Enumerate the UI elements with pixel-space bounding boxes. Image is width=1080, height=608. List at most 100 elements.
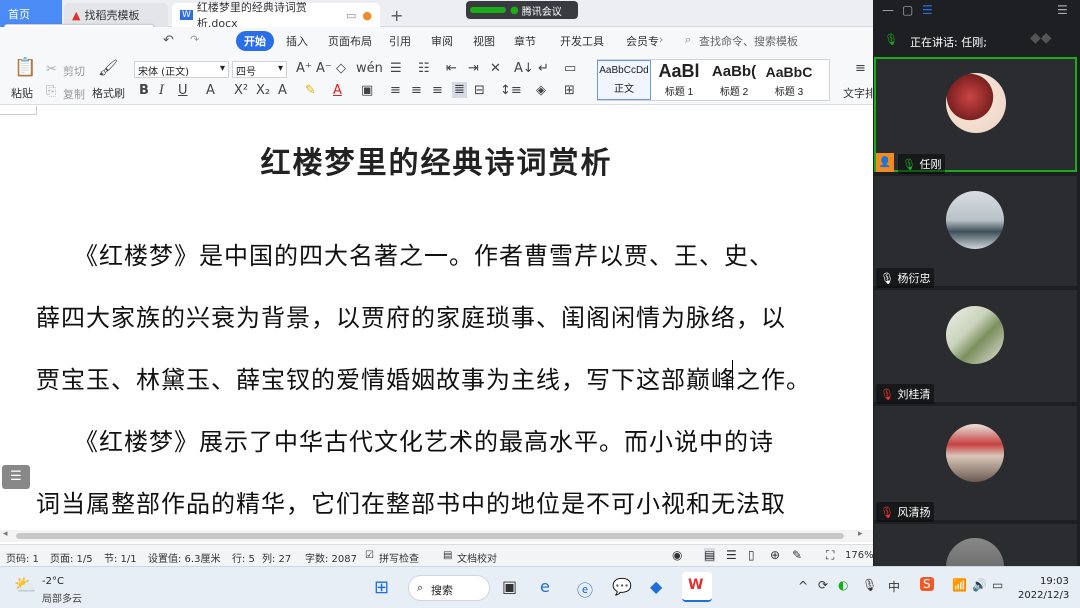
text-layout-icon[interactable]: ≡	[855, 61, 866, 77]
wifi-icon[interactable]: 📶	[952, 578, 967, 592]
scroll-left-icon[interactable]: ◂	[3, 529, 8, 539]
paragraph-mark-icon[interactable]: ↵	[538, 61, 549, 77]
copy-icon[interactable]: ⎘	[46, 84, 56, 100]
clock-time[interactable]: 19:03	[1040, 576, 1069, 587]
shading-icon[interactable]: ◈	[536, 83, 546, 99]
align-center-icon[interactable]: ≡	[411, 83, 422, 99]
paste-icon[interactable]: 📋	[14, 59, 36, 77]
char-border-icon[interactable]: ▣	[361, 83, 373, 99]
proofread-button[interactable]: 文档校对	[457, 550, 497, 565]
menu-home[interactable]: 开始	[236, 31, 274, 51]
page-view-icon[interactable]: ▤	[704, 548, 716, 562]
numbered-list-icon[interactable]: ☷	[418, 61, 430, 77]
highlight-icon[interactable]: ✎	[305, 83, 316, 99]
text-layout-button[interactable]: 文字排	[843, 85, 876, 101]
scroll-thumb[interactable]	[16, 533, 844, 539]
strikethrough-icon[interactable]: A	[206, 83, 215, 99]
wps-taskbar-button[interactable]: W	[682, 572, 712, 602]
taskbar-search[interactable]: ⌕ 搜索	[408, 575, 490, 601]
style-normal[interactable]: AaBbCcDd 正文	[597, 60, 651, 100]
task-view-icon[interactable]: ▣	[502, 577, 517, 596]
window-icon[interactable]: ▢	[902, 3, 913, 17]
wechat-icon[interactable]: 💬	[612, 577, 632, 596]
windows-start-icon[interactable]: ⊞	[374, 577, 389, 598]
menu-insert[interactable]: 插入	[286, 33, 308, 49]
sync-icon[interactable]: ⟳	[818, 578, 828, 592]
bold-icon[interactable]: B	[139, 83, 149, 99]
eye-protect-icon[interactable]: ◉	[672, 548, 682, 562]
tab-document[interactable]: W 红楼梦里的经典诗词赏析.docx ▭ ●	[172, 1, 380, 30]
status-pages[interactable]: 页面: 1/5	[50, 550, 93, 565]
menu-chapter[interactable]: 章节	[514, 33, 536, 49]
status-section[interactable]: 节: 1/1	[104, 550, 137, 565]
copy-button[interactable]: 复制	[63, 86, 85, 102]
borders-icon[interactable]: ⊞	[564, 83, 575, 99]
underline-icon[interactable]: U	[178, 83, 188, 99]
clear-format-icon[interactable]: ◇	[336, 61, 346, 77]
edge-browser-icon[interactable]: ⓔ	[577, 577, 593, 601]
style-heading1[interactable]: AaBl 标题 1	[652, 60, 706, 100]
weather-icon[interactable]: ⛅	[14, 575, 36, 596]
tencent-meeting-icon[interactable]: ◆	[650, 577, 662, 596]
style-heading2[interactable]: AaBb( 标题 2	[707, 60, 761, 100]
mic-icon[interactable]: 🎙	[862, 578, 877, 592]
new-tab-button[interactable]: +	[382, 3, 412, 27]
outline-view-icon[interactable]: ☰	[726, 548, 737, 562]
font-family-select[interactable]: 宋体 (正文) ▾	[134, 61, 229, 78]
text-effect-icon[interactable]: A	[278, 83, 287, 99]
menu-member[interactable]: 会员专	[626, 33, 659, 49]
align-right-icon[interactable]: ≡	[432, 83, 443, 99]
paste-button[interactable]: 粘贴	[11, 85, 33, 101]
weather-desc[interactable]: 局部多云	[42, 590, 82, 605]
align-left-icon[interactable]: ≡	[390, 83, 401, 99]
status-page[interactable]: 页码: 1	[6, 550, 39, 565]
line-spacing-icon[interactable]: ↕≡	[500, 83, 522, 99]
participant-tile[interactable]: 🎙 杨衍忠	[874, 176, 1077, 288]
menu-references[interactable]: 引用	[389, 33, 411, 49]
bullet-list-icon[interactable]: ☰	[390, 61, 402, 77]
menu-layout[interactable]: 页面布局	[328, 33, 372, 49]
menu-devtools[interactable]: 开发工具	[560, 33, 604, 49]
grow-font-icon[interactable]: A⁺	[296, 61, 312, 77]
web-view-icon[interactable]: ⊕	[770, 548, 780, 562]
minimize-icon[interactable]: —	[882, 3, 894, 17]
menu-icon[interactable]: ☰	[1057, 3, 1068, 17]
spellcheck-button[interactable]: 拼写检查	[379, 550, 419, 565]
ime-indicator[interactable]: 中	[888, 578, 900, 595]
navigation-pane-icon[interactable]: ☰	[2, 465, 30, 489]
menu-review[interactable]: 审阅	[431, 33, 453, 49]
fullscreen-icon[interactable]: ⛶	[826, 548, 834, 563]
undo-icon[interactable]: ↶	[163, 33, 174, 48]
tablet-icon[interactable]: ▭	[346, 9, 356, 22]
document-canvas[interactable]: 红楼梦里的经典诗词赏析 《红楼梦》是中国的四大名著之一。作者曹雪芹以贾、王、史、…	[0, 106, 873, 544]
format-painter-icon[interactable]: 🖌	[98, 60, 118, 76]
status-words[interactable]: 字数: 2087	[305, 550, 357, 565]
cut-button[interactable]: 剪切	[63, 63, 85, 79]
format-painter-button[interactable]: 格式刷	[92, 85, 125, 101]
status-setting[interactable]: 设置值: 6.3厘米	[148, 550, 220, 565]
font-color-icon[interactable]: A	[333, 83, 342, 99]
participant-tile[interactable]: 🎙 刘桂清	[874, 290, 1077, 404]
chevron-right-icon[interactable]: ›	[659, 33, 663, 46]
tab-home[interactable]: 首页	[0, 0, 62, 27]
redo-icon[interactable]: ↷	[190, 33, 199, 46]
shrink-font-icon[interactable]: A⁻	[316, 61, 332, 77]
edge-icon[interactable]: e	[540, 577, 550, 596]
weather-temp[interactable]: -2°C	[42, 576, 64, 587]
scroll-right-icon[interactable]: ▸	[858, 529, 863, 539]
360-icon[interactable]: ◐	[838, 578, 848, 592]
font-size-select[interactable]: 四号 ▾	[232, 61, 287, 78]
horizontal-scrollbar[interactable]: ◂ ▸	[0, 529, 873, 542]
italic-icon[interactable]: I	[159, 83, 164, 99]
chinese-layout-icon[interactable]: ✕	[490, 61, 501, 77]
subscript-icon[interactable]: X₂	[256, 83, 270, 99]
decrease-indent-icon[interactable]: ⇤	[446, 61, 457, 77]
layout-icon[interactable]: ☰	[922, 3, 933, 17]
volume-icon[interactable]: 🔊	[972, 578, 987, 592]
sogou-tray-icon[interactable]: S	[920, 577, 934, 591]
phonetic-icon[interactable]: wén	[356, 61, 383, 77]
participant-tile[interactable]: 🎙 风清扬	[874, 406, 1077, 522]
justify-icon[interactable]: ≣	[452, 82, 467, 98]
table-lines-icon[interactable]: ▭	[564, 61, 576, 77]
menu-view[interactable]: 视图	[473, 33, 495, 49]
